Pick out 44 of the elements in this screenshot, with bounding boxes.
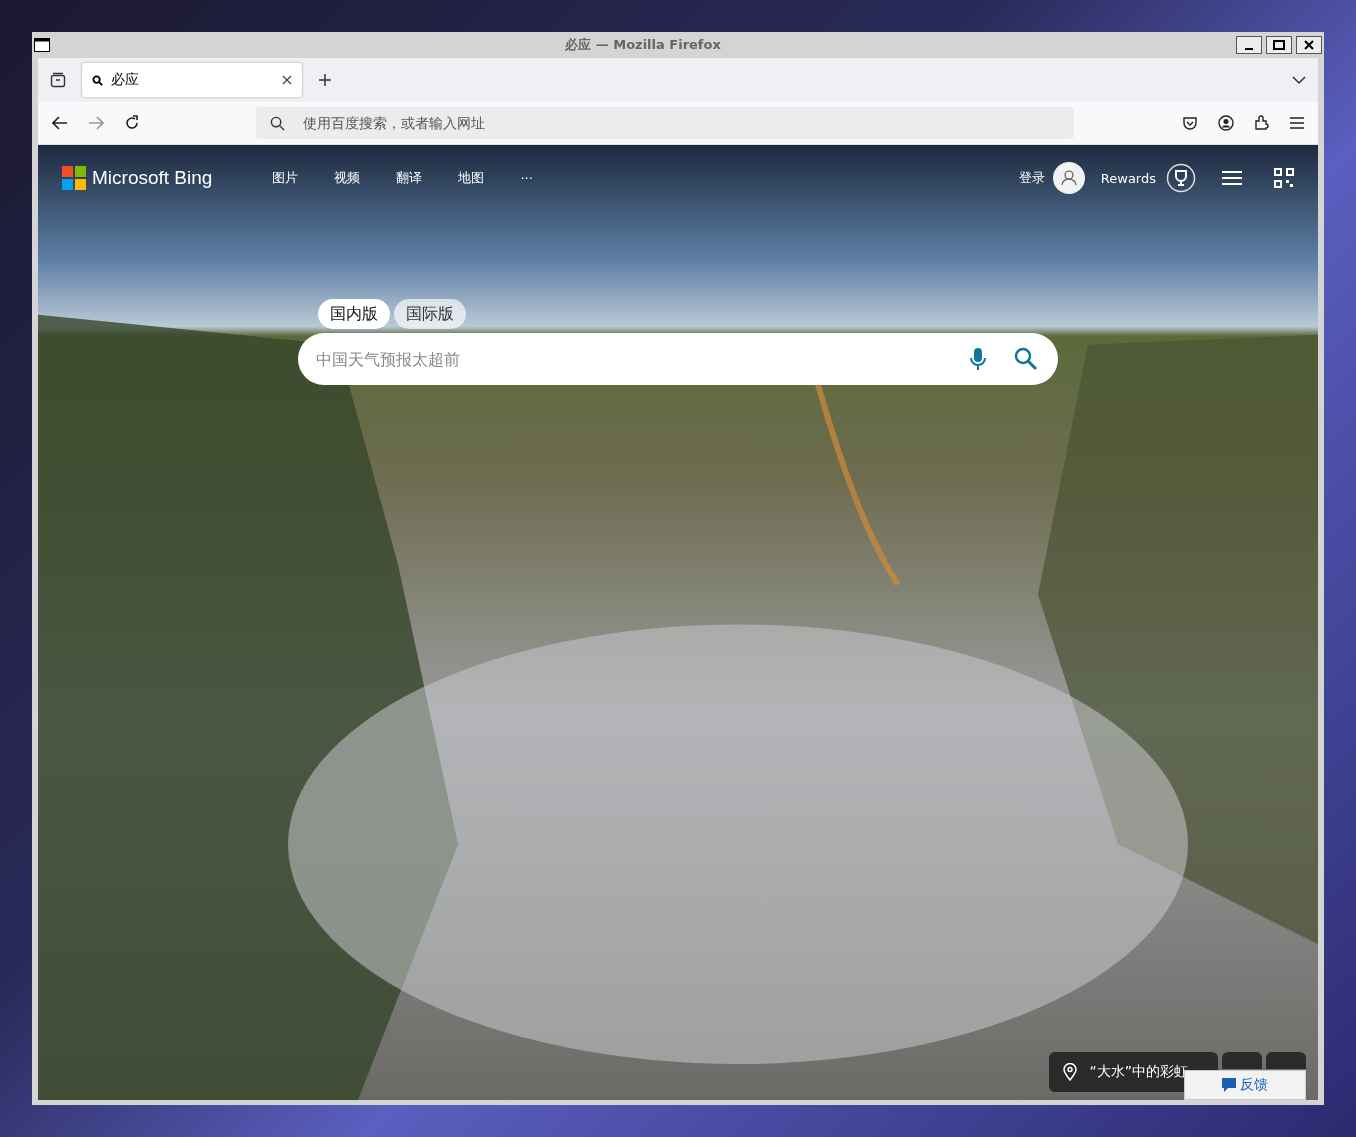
bing-logo-icon[interactable] xyxy=(62,166,86,190)
nav-link[interactable]: 地图 xyxy=(458,169,485,187)
tab-list-icon[interactable] xyxy=(50,72,66,88)
nav-link[interactable]: 视频 xyxy=(334,169,361,187)
tab-title: 必应 xyxy=(111,71,140,89)
close-tab-icon[interactable] xyxy=(282,75,292,85)
extensions-icon[interactable] xyxy=(1254,115,1270,131)
forward-icon[interactable] xyxy=(88,116,104,130)
nav-link[interactable]: ··· xyxy=(520,170,533,186)
search-icon xyxy=(92,74,103,86)
back-icon[interactable] xyxy=(52,116,68,130)
browser-tab[interactable]: 必应 xyxy=(82,63,302,97)
bing-logo-text[interactable]: Microsoft Bing xyxy=(92,167,213,189)
reload-icon[interactable] xyxy=(124,115,140,131)
sign-in-link[interactable]: 登录 xyxy=(1018,169,1045,187)
minimize-icon xyxy=(1245,48,1253,50)
microphone-icon[interactable] xyxy=(970,347,986,371)
feedback-button[interactable]: 反馈 xyxy=(1184,1070,1306,1100)
nav-link[interactable]: 图片 xyxy=(272,169,299,187)
rewards-link[interactable]: Rewards xyxy=(1100,170,1156,186)
location-pin-icon xyxy=(1063,1063,1078,1081)
account-icon[interactable] xyxy=(1218,115,1234,131)
qr-code-icon[interactable] xyxy=(1274,168,1294,188)
window-menu-icon[interactable] xyxy=(34,38,50,52)
avatar-icon[interactable] xyxy=(1052,162,1085,194)
menu-icon[interactable] xyxy=(1290,117,1304,129)
close-icon xyxy=(1304,40,1314,50)
trophy-icon[interactable] xyxy=(1166,163,1196,193)
market-tab[interactable]: 国际版 xyxy=(394,299,466,329)
nav-link[interactable]: 翻译 xyxy=(396,169,423,187)
speech-bubble-icon xyxy=(1222,1078,1236,1092)
market-tab[interactable]: 国内版 xyxy=(318,299,390,329)
window-title: 必应 — Mozilla Firefox xyxy=(564,36,722,54)
pocket-icon[interactable] xyxy=(1182,115,1198,131)
chevron-down-icon[interactable] xyxy=(1292,75,1306,85)
search-box[interactable]: 中国天气预报太超前 xyxy=(298,333,1058,385)
search-field[interactable]: 中国天气预报太超前 xyxy=(314,332,942,386)
search-icon[interactable] xyxy=(1014,347,1038,371)
search-icon xyxy=(270,115,285,131)
minimize-button[interactable] xyxy=(1236,36,1262,54)
close-button[interactable] xyxy=(1296,36,1322,54)
new-tab-icon[interactable] xyxy=(318,73,332,87)
maximize-icon xyxy=(1273,40,1285,50)
maximize-button[interactable] xyxy=(1266,36,1292,54)
